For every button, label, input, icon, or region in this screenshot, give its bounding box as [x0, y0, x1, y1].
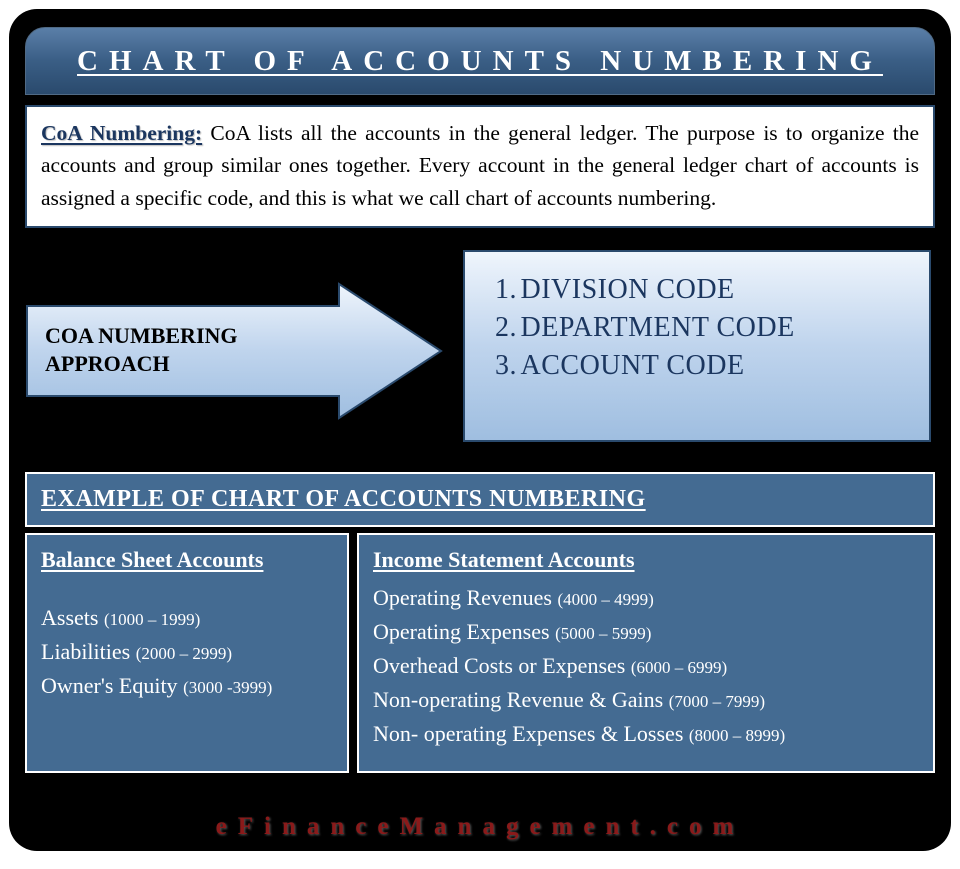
item-range: (3000 -3999) — [183, 678, 272, 697]
item-name: Operating Expenses — [373, 619, 550, 644]
approach-label: COA NUMBERING APPROACH — [45, 322, 315, 379]
code-item: ACCOUNT CODE — [495, 350, 919, 382]
footer-brand: eFinanceManagement.com — [9, 813, 951, 841]
list-item: Non- operating Expenses & Losses (8000 –… — [373, 717, 921, 751]
code-item: DEPARTMENT CODE — [495, 312, 919, 344]
item-range: (1000 – 1999) — [104, 610, 200, 629]
item-range: (6000 – 6999) — [631, 658, 727, 677]
code-text: ACCOUNT CODE — [521, 350, 745, 381]
item-name: Operating Revenues — [373, 585, 552, 610]
item-range: (8000 – 8999) — [689, 726, 785, 745]
item-name: Non- operating Expenses & Losses — [373, 721, 683, 746]
diagram-frame: CHART OF ACCOUNTS NUMBERING CoA Numberin… — [9, 9, 951, 851]
list-item: Non-operating Revenue & Gains (7000 – 79… — [373, 683, 921, 717]
list-item: Operating Expenses (5000 – 5999) — [373, 615, 921, 649]
list-item: Liabilities (2000 – 2999) — [41, 635, 335, 669]
item-name: Overhead Costs or Expenses — [373, 653, 625, 678]
code-text: DEPARTMENT CODE — [521, 312, 795, 343]
item-range: (5000 – 5999) — [555, 624, 651, 643]
description-lead: CoA Numbering: — [41, 121, 202, 145]
approach-row: COA NUMBERING APPROACH DIVISION CODE DEP… — [25, 246, 935, 456]
item-range: (7000 – 7999) — [669, 692, 765, 711]
example-header: EXAMPLE OF CHART OF ACCOUNTS NUMBERING — [25, 472, 935, 527]
page-title: CHART OF ACCOUNTS NUMBERING — [25, 27, 935, 95]
example-columns: Balance Sheet Accounts Assets (1000 – 19… — [25, 533, 935, 773]
codes-box: DIVISION CODE DEPARTMENT CODE ACCOUNT CO… — [463, 250, 931, 442]
balance-sheet-title: Balance Sheet Accounts — [41, 547, 335, 573]
income-statement-column: Income Statement Accounts Operating Reve… — [357, 533, 935, 773]
list-item: Owner's Equity (3000 -3999) — [41, 669, 335, 703]
income-statement-title: Income Statement Accounts — [373, 547, 921, 573]
item-name: Owner's Equity — [41, 673, 178, 698]
balance-sheet-column: Balance Sheet Accounts Assets (1000 – 19… — [25, 533, 349, 773]
item-name: Non-operating Revenue & Gains — [373, 687, 663, 712]
list-item: Assets (1000 – 1999) — [41, 601, 335, 635]
item-name: Liabilities — [41, 639, 130, 664]
approach-label-l2: APPROACH — [45, 351, 170, 376]
code-item: DIVISION CODE — [495, 274, 919, 306]
item-range: (2000 – 2999) — [136, 644, 232, 663]
code-text: DIVISION CODE — [521, 274, 735, 305]
approach-arrow: COA NUMBERING APPROACH — [25, 282, 445, 420]
list-item: Overhead Costs or Expenses (6000 – 6999) — [373, 649, 921, 683]
approach-label-l1: COA NUMBERING — [45, 323, 238, 348]
item-range: (4000 – 4999) — [558, 590, 654, 609]
item-name: Assets — [41, 605, 98, 630]
description-box: CoA Numbering: CoA lists all the account… — [25, 105, 935, 228]
list-item: Operating Revenues (4000 – 4999) — [373, 581, 921, 615]
